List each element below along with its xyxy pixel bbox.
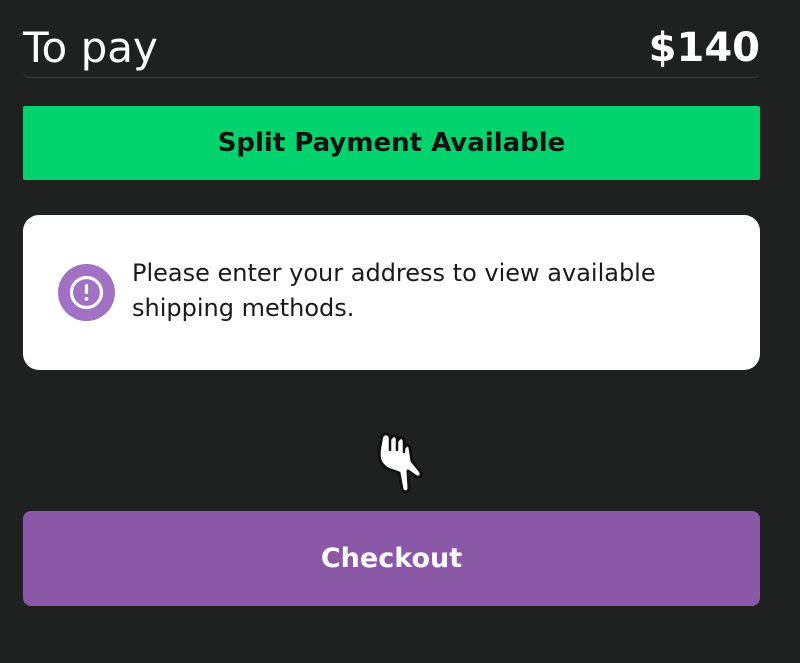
total-label: To pay <box>23 23 158 72</box>
shipping-notice-card: Please enter your address to view availa… <box>23 215 760 370</box>
shipping-notice-text: Please enter your address to view availa… <box>132 259 656 322</box>
split-payment-label: Split Payment Available <box>217 128 566 158</box>
hand-pointing-down-icon <box>377 432 423 494</box>
total-amount: $140 <box>648 25 760 71</box>
exclamation-circle-icon <box>58 264 115 321</box>
checkout-button-label: Checkout <box>320 543 463 574</box>
order-total-row: To pay $140 <box>23 0 760 78</box>
split-payment-banner: Split Payment Available <box>23 106 760 180</box>
checkout-button[interactable]: Checkout <box>23 511 760 606</box>
